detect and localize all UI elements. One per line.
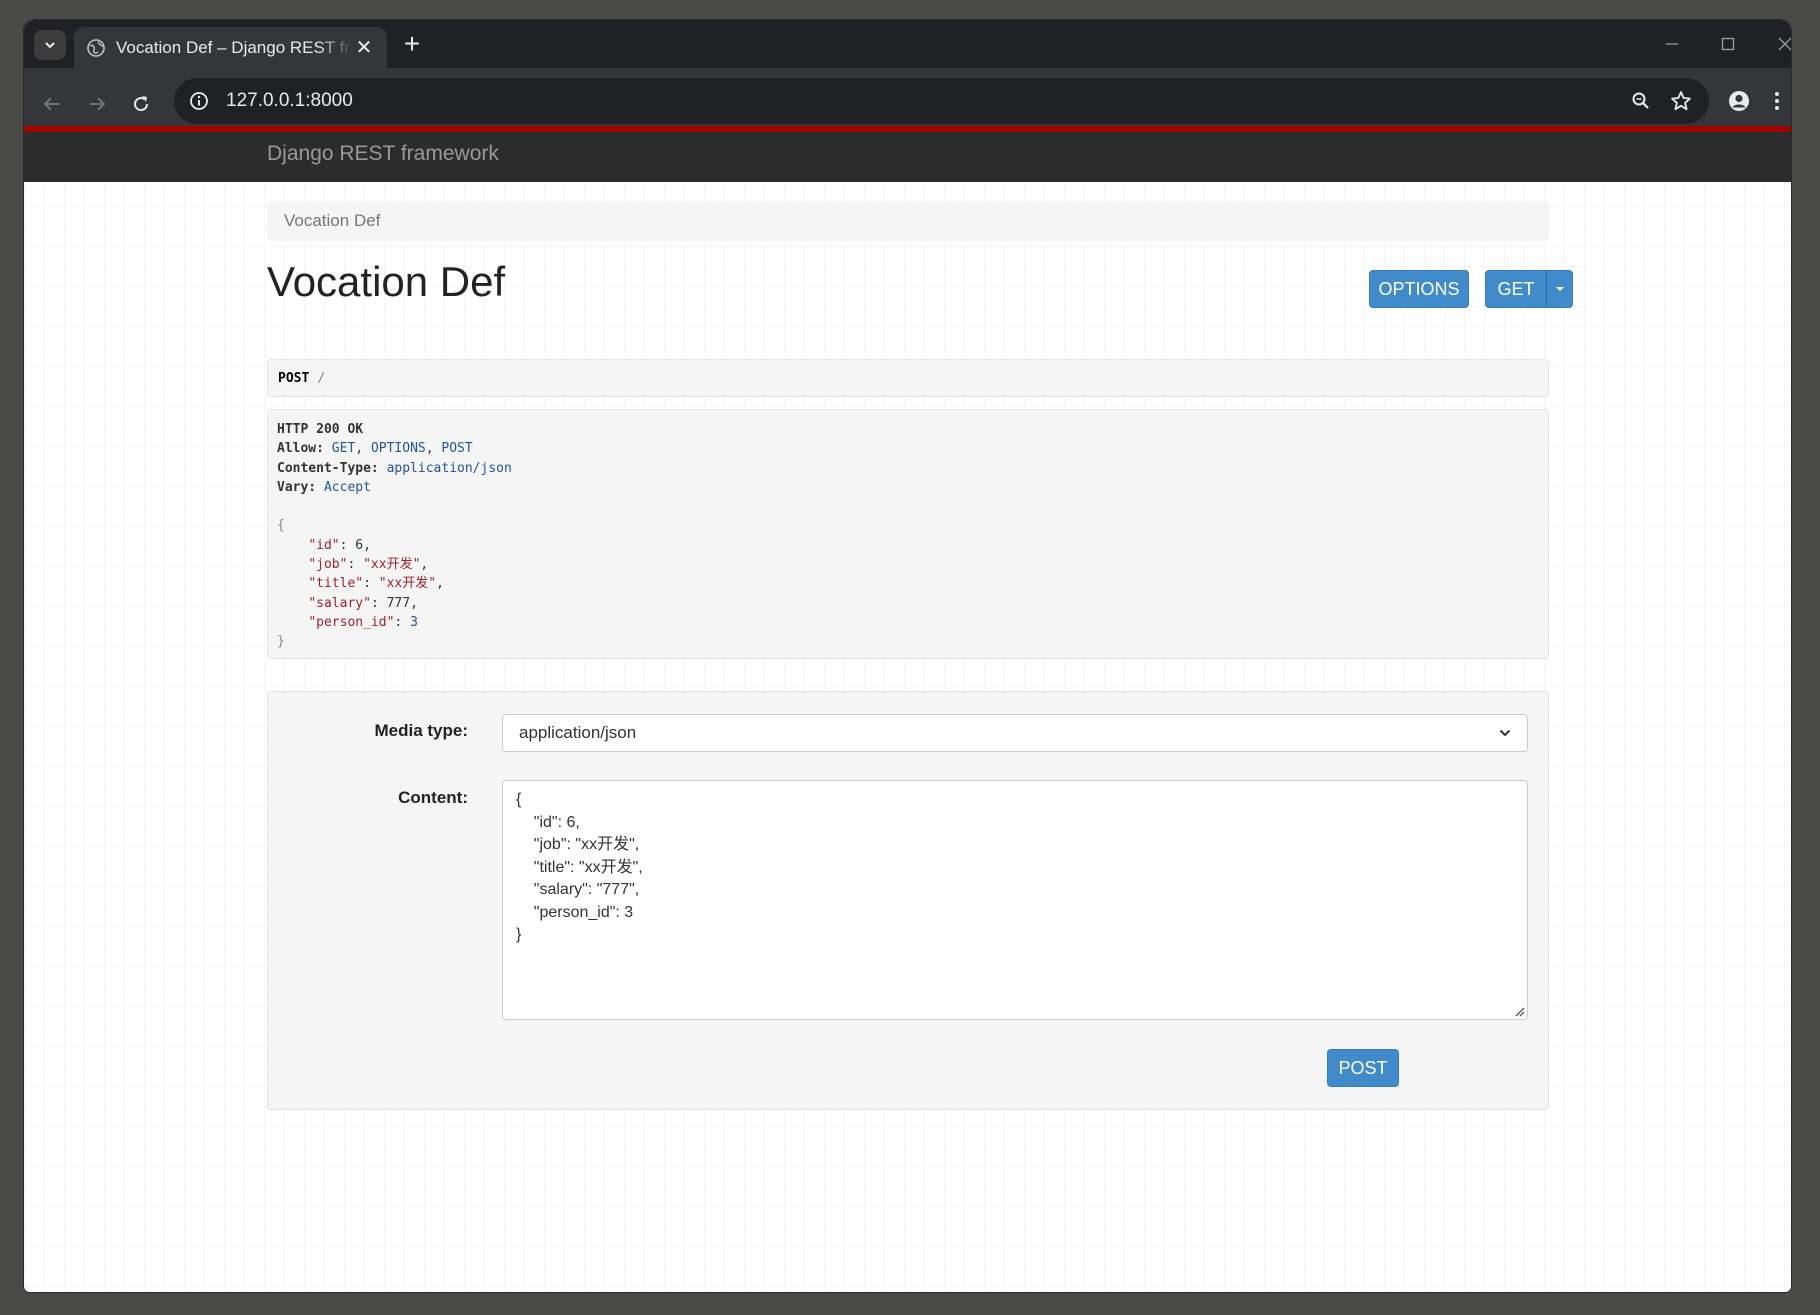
json-key: "id" [308,537,340,553]
json-value: 777 [386,595,411,611]
reload-button[interactable] [123,86,159,122]
brand-link[interactable]: Django REST framework [267,142,499,166]
address-bar[interactable]: 127.0.0.1:8000 [174,78,1709,124]
content-type-key: Content-Type: [277,460,379,476]
allow-method: POST [441,441,473,457]
allow-header-key: Allow: [277,441,324,457]
content-label: Content: [398,788,468,807]
tab-title: Vocation Def – Django REST framework [116,37,353,57]
caret-down-icon [1555,287,1564,291]
response-info: HTTP 200 OK Allow: GET, OPTIONS, POST Co… [267,409,1549,659]
maximize-button[interactable] [1708,32,1748,56]
minimize-icon [1666,43,1678,45]
zoom-icon [1632,92,1649,109]
bookmark-button[interactable] [1661,81,1701,121]
raw-data-form: Media type: application/json Content: { … [267,691,1549,1110]
tab-close-icon[interactable]: ✕ [353,35,375,60]
options-button[interactable]: OPTIONS [1369,270,1469,308]
resize-grip-icon[interactable] [1513,1005,1525,1017]
json-open-brace: { [277,518,285,534]
json-value: "xx开发" [378,576,437,592]
tab-search-button[interactable] [34,30,66,60]
globe-icon [87,38,105,57]
page-viewport: Django REST framework Vocation Def Vocat… [24,126,1791,1292]
tab-strip: Vocation Def – Django REST framework ✕ + [24,20,1791,68]
drf-navbar: Django REST framework [24,126,1791,182]
back-button[interactable] [34,86,70,122]
json-close-brace: } [277,634,285,650]
content-type-value: application/json [386,460,512,476]
reload-icon [134,96,149,112]
request-method: POST [278,370,310,386]
get-format-dropdown[interactable] [1546,270,1573,308]
browser-tab-active[interactable]: Vocation Def – Django REST framework ✕ [74,27,387,68]
maximize-icon [1721,37,1735,51]
get-button[interactable]: GET [1485,270,1547,308]
json-key: "person_id" [308,614,395,630]
forward-button[interactable] [79,86,115,122]
site-info-icon[interactable] [186,91,212,111]
json-key: "job" [308,557,348,573]
json-key: "title" [308,576,364,592]
vary-value: Accept [323,479,371,495]
url-text[interactable]: 127.0.0.1:8000 [226,90,1621,112]
chevron-down-icon [1499,729,1511,737]
arrow-right-icon [90,97,106,111]
response-status: HTTP 200 OK [277,422,364,437]
browser-window: Vocation Def – Django REST framework ✕ + [24,20,1791,1292]
avatar-icon [1729,91,1749,111]
post-button[interactable]: POST [1327,1049,1399,1087]
new-tab-button[interactable]: + [396,30,428,59]
content-textarea[interactable]: { "id": 6, "job": "xx开发", "title": "xx开发… [502,780,1528,1020]
chevron-down-icon [45,42,55,49]
vary-key: Vary: [277,479,317,495]
close-window-button[interactable] [1765,32,1791,56]
star-icon [1671,91,1691,111]
profile-button[interactable] [1720,82,1758,120]
zoom-button[interactable] [1621,81,1661,121]
json-value: 3 [410,614,418,630]
media-type-select[interactable]: application/json [502,714,1528,752]
breadcrumb: Vocation Def [267,201,1549,241]
media-type-value: application/json [519,723,637,742]
allow-method: GET [331,441,356,457]
media-type-label: Media type: [374,721,468,740]
more-vert-icon [1775,92,1779,110]
request-path: / [317,370,326,386]
json-key: "salary" [308,595,371,611]
json-value: 6 [355,537,364,553]
info-icon [190,92,208,110]
minimize-button[interactable] [1652,32,1692,56]
close-icon [1778,37,1791,51]
allow-method: OPTIONS [370,441,426,457]
arrow-left-icon [43,97,59,111]
request-info: POST / [267,359,1549,397]
json-value: "xx开发" [363,557,421,573]
browser-menu-button[interactable] [1766,82,1788,120]
breadcrumb-item-current[interactable]: Vocation Def [284,211,380,231]
page-title: Vocation Def [267,258,506,305]
